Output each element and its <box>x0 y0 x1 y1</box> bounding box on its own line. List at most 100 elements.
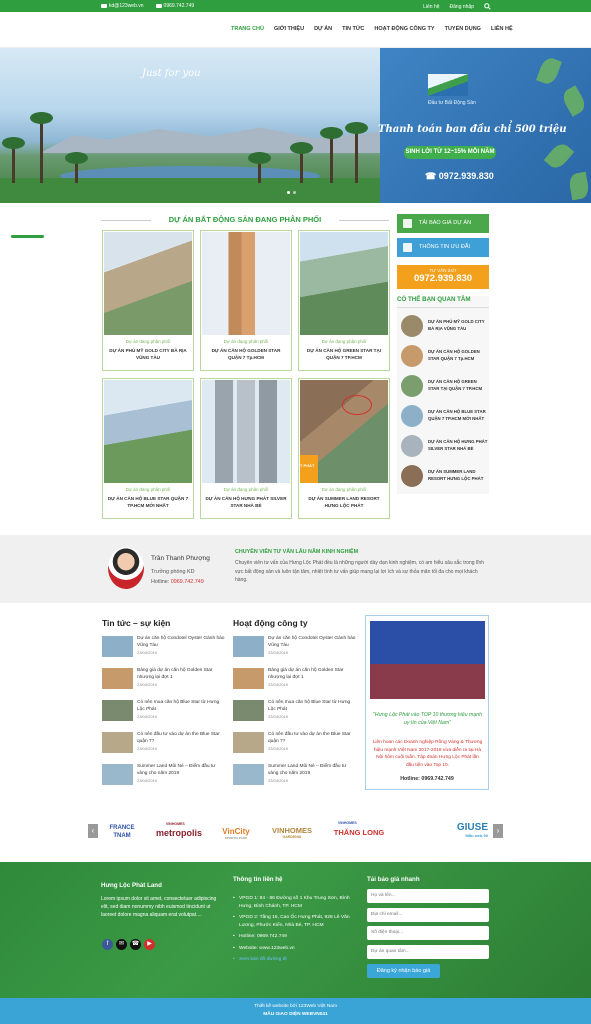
nav-news[interactable]: TIN TỨC <box>342 26 364 32</box>
news-item[interactable]: Có nên đầu tư vào dự án the Blue Star qu… <box>102 732 224 754</box>
related-item-title[interactable]: DỰ ÁN CĂN HỘ BLUE STAR QUẬN 7 TP.HCM MỚI… <box>428 408 488 422</box>
map-directions-link[interactable]: Xem bản đồ đường đi <box>233 956 359 964</box>
activity-item-title[interactable]: Summer Land Mũi Né – Điểm đầu tư vàng ch… <box>268 764 356 777</box>
email-contact[interactable]: kd@123web.vn <box>101 3 144 9</box>
project-image[interactable]: T PHÁT <box>300 380 388 483</box>
activity-item[interactable]: Có nên mua căn hộ Blue Star từ Hưng Lộc … <box>233 700 355 722</box>
news-item-title[interactable]: Summer Land Mũi Né – Điểm đầu tư vàng ch… <box>137 764 225 777</box>
project-image[interactable] <box>104 232 192 335</box>
related-item-title[interactable]: DỰ ÁN PHÚ MỸ GOLD CITY BÀ RỊA VŨNG TÀU <box>428 318 488 332</box>
news-item-title[interactable]: Dự án căn hộ Condotel Oyster Gành hào Vũ… <box>137 636 225 649</box>
carousel-next-button[interactable]: › <box>493 824 503 838</box>
related-thumb[interactable] <box>401 405 423 427</box>
activity-thumb[interactable] <box>233 700 264 721</box>
project-card[interactable]: Dự án đang phân phối DỰ ÁN CĂN HỘ HƯNG P… <box>200 378 292 519</box>
news-thumb[interactable] <box>102 636 133 657</box>
partner-logo[interactable]: metropolis VINHOMES <box>148 818 210 846</box>
news-item[interactable]: Dự án căn hộ Condotel Oyster Gành hào Vũ… <box>102 636 224 658</box>
nav-about[interactable]: GIỚI THIỆU <box>274 26 304 32</box>
news-thumb[interactable] <box>102 764 133 785</box>
activity-item-title[interactable]: Có nên đầu tư vào dự án the Blue Star qu… <box>268 732 356 745</box>
partner-logo[interactable]: FRANCE TNAM <box>102 818 142 846</box>
activity-item[interactable]: Summer Land Mũi Né – Điểm đầu tư vàng ch… <box>233 764 355 786</box>
project-title[interactable]: DỰ ÁN CĂN HỘ GREEN STAR TẠI QUẬN 7 TP.HC… <box>303 347 385 361</box>
hero-banner[interactable]: Just for you Đầu tư Bất Động Sản Thanh t… <box>0 48 591 203</box>
project-card[interactable]: Dự án đang phân phối DỰ ÁN CĂN HỘ GREEN … <box>298 230 390 371</box>
hotline-number[interactable]: 0972.939.830 <box>397 273 489 284</box>
slider-dot[interactable] <box>287 191 290 194</box>
news-thumb[interactable] <box>102 732 133 753</box>
phone-contact[interactable]: 0969.742.749 <box>155 3 194 9</box>
activity-item-title[interactable]: Dự án căn hộ Condotel Oyster Gành hào Vũ… <box>268 636 356 649</box>
credit-text[interactable]: Thiết kế website bởi 123Web Việt Nam <box>0 1003 591 1011</box>
project-card[interactable]: Dự án đang phân phối DỰ ÁN CĂN HỘ BLUE S… <box>102 378 194 519</box>
related-item[interactable]: DỰ ÁN CĂN HỘ HƯNG PHÁT SILVER STAR NHÀ B… <box>401 435 487 457</box>
project-image[interactable] <box>104 380 192 483</box>
email-input[interactable]: Địa chỉ email... <box>367 908 489 922</box>
activity-thumb[interactable] <box>233 668 264 689</box>
news-thumb[interactable] <box>102 700 133 721</box>
side-tab[interactable] <box>11 235 44 238</box>
news-item[interactable]: Bảng giá dự án căn hộ Golden Star nhượng… <box>102 668 224 690</box>
email-icon[interactable]: ✉ <box>116 939 127 950</box>
related-item[interactable]: DỰ ÁN CĂN HỘ BLUE STAR QUẬN 7 TP.HCM MỚI… <box>401 405 487 427</box>
activity-thumb[interactable] <box>233 764 264 785</box>
partner-logo[interactable]: VinCity SPORTIA PARK <box>216 818 256 846</box>
activity-item[interactable]: Có nên đầu tư vào dự án the Blue Star qu… <box>233 732 355 754</box>
activity-item[interactable]: Bảng giá dự án căn hộ Golden Star nhượng… <box>233 668 355 690</box>
activity-item-title[interactable]: Có nên mua căn hộ Blue Star từ Hưng Lộc … <box>268 700 356 713</box>
project-image[interactable] <box>202 232 290 335</box>
project-interest-input[interactable]: Dự án quan tâm... <box>367 945 489 959</box>
activity-thumb[interactable] <box>233 636 264 657</box>
related-item[interactable]: DỰ ÁN CĂN HỘ GOLDEN STAR QUẬN 7 Tp.HCM <box>401 345 487 367</box>
news-item[interactable]: Summer Land Mũi Né – Điểm đầu tư vàng ch… <box>102 764 224 786</box>
project-title[interactable]: DỰ ÁN SUMMER LAND RESORT HƯNG LỘC PHÁT <box>303 495 385 509</box>
slider-dots[interactable] <box>287 191 296 194</box>
youtube-icon[interactable]: ▶ <box>144 939 155 950</box>
footer-website[interactable]: Website: www.123web.vn <box>233 945 359 953</box>
nav-careers[interactable]: TUYỂN DỤNG <box>445 26 481 32</box>
news-item-title[interactable]: Bảng giá dự án căn hộ Golden Star nhượng… <box>137 668 225 681</box>
project-card[interactable]: Dự án đang phân phối DỰ ÁN CĂN HỘ GOLDEN… <box>200 230 292 371</box>
project-image[interactable] <box>300 232 388 335</box>
phone-icon[interactable]: ☎ <box>130 939 141 950</box>
project-image[interactable] <box>202 380 290 483</box>
related-item-title[interactable]: DỰ ÁN CĂN HỘ GOLDEN STAR QUẬN 7 Tp.HCM <box>428 348 488 362</box>
partner-logo[interactable]: VINHOMES THĂNG LONG <box>328 818 390 846</box>
footer-hotline[interactable]: Hotline: 0969.742.749 <box>233 933 359 941</box>
news-thumb[interactable] <box>102 668 133 689</box>
slider-dot[interactable] <box>293 191 296 194</box>
related-item[interactable]: DỰ ÁN CĂN HỘ GREEN STAR TẠI QUẬN 7 TP.HC… <box>401 375 487 397</box>
activity-thumb[interactable] <box>233 732 264 753</box>
news-item-title[interactable]: Có nên đầu tư vào dự án the Blue Star qu… <box>137 732 225 745</box>
related-item-title[interactable]: DỰ ÁN CĂN HỘ HƯNG PHÁT SILVER STAR NHÀ B… <box>428 438 488 452</box>
news-item-title[interactable]: Có nên mua căn hộ Blue Star từ Hưng Lộc … <box>137 700 225 713</box>
carousel-prev-button[interactable]: ‹ <box>88 824 98 838</box>
project-card[interactable]: T PHÁT Dự án đang phân phối DỰ ÁN SUMMER… <box>298 378 390 519</box>
partner-logo[interactable]: GIUSE Mẫu web 90 <box>400 818 488 846</box>
related-thumb[interactable] <box>401 465 423 487</box>
related-thumb[interactable] <box>401 435 423 457</box>
related-thumb[interactable] <box>401 315 423 337</box>
related-item[interactable]: DỰ ÁN SUMMER LAND RESORT HƯNG LỘC PHÁT <box>401 465 487 487</box>
offer-info-button[interactable]: THÔNG TIN ƯU ĐÃI <box>397 238 489 257</box>
project-title[interactable]: DỰ ÁN PHÚ MỸ GOLD CITY BÀ RỊA VŨNG TÀU <box>107 347 189 361</box>
get-quote-button[interactable]: Đăng ký nhận báo giá <box>367 964 440 978</box>
project-card[interactable]: Dự án đang phân phối DỰ ÁN PHÚ MỸ GOLD C… <box>102 230 194 371</box>
partner-logo[interactable]: VINHOMES GARDENIA <box>264 818 320 846</box>
related-item-title[interactable]: DỰ ÁN CĂN HỘ GREEN STAR TẠI QUẬN 7 TP.HC… <box>428 378 488 392</box>
related-thumb[interactable] <box>401 375 423 397</box>
news-item[interactable]: Có nên mua căn hộ Blue Star từ Hưng Lộc … <box>102 700 224 722</box>
project-title[interactable]: DỰ ÁN CĂN HỘ HƯNG PHÁT SILVER STAR NHÀ B… <box>205 495 287 509</box>
nav-activity[interactable]: HOẠT ĐỘNG CÔNG TY <box>374 26 434 32</box>
related-thumb[interactable] <box>401 345 423 367</box>
activity-item[interactable]: Dự án căn hộ Condotel Oyster Gành hào Vũ… <box>233 636 355 658</box>
name-input[interactable]: Họ và tên... <box>367 889 489 903</box>
phone-input[interactable]: Số điện thoại... <box>367 926 489 940</box>
award-photo[interactable] <box>370 621 485 699</box>
nav-projects[interactable]: DỰ ÁN <box>314 26 332 32</box>
download-price-button[interactable]: TẢI BÁO GIÁ DỰ ÁN <box>397 214 489 233</box>
related-item-title[interactable]: DỰ ÁN SUMMER LAND RESORT HƯNG LỘC PHÁT <box>428 468 488 482</box>
search-icon[interactable] <box>484 3 491 10</box>
nav-home[interactable]: TRANG CHỦ <box>231 26 264 32</box>
